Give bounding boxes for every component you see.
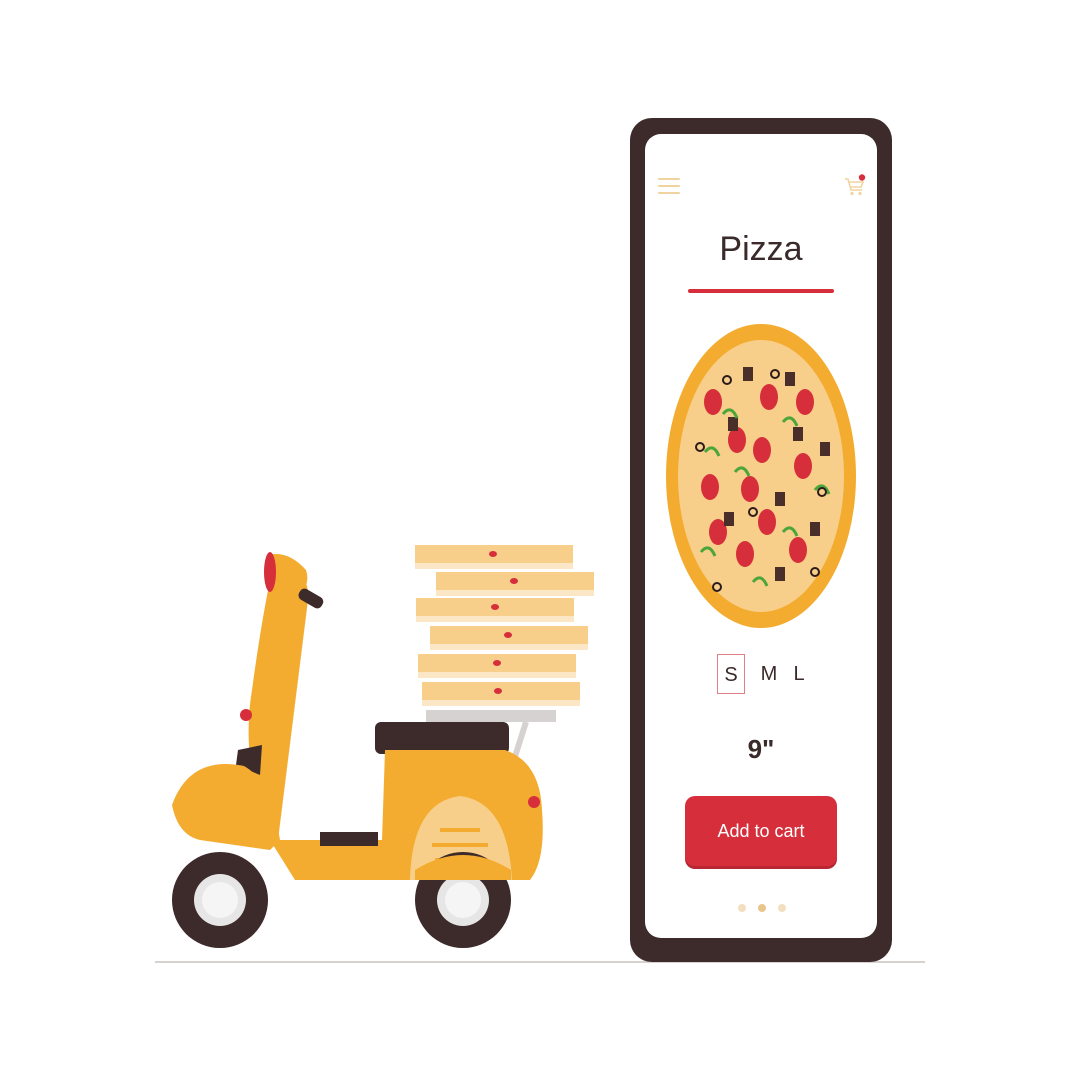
notification-dot-icon (858, 174, 866, 181)
add-to-cart-button[interactable]: Add to cart (685, 796, 837, 866)
size-option-l[interactable]: L (785, 654, 813, 694)
page-title: Pizza (719, 230, 803, 268)
app-screen: Pizza S M L 9" Add to cart (645, 134, 877, 938)
size-option-s[interactable]: S (717, 654, 745, 694)
illustration-scene: Pizza S M L 9" Add to cart (0, 0, 1080, 1080)
pizza-box-stack (415, 545, 594, 722)
carousel-dot[interactable] (738, 904, 746, 912)
pizza-image (666, 324, 856, 628)
carousel-dot-active[interactable] (758, 904, 766, 912)
size-selector: S M L (717, 654, 827, 694)
title-underline (688, 289, 834, 293)
carousel-dot[interactable] (778, 904, 786, 912)
size-option-m[interactable]: M (755, 654, 783, 694)
carousel-indicator (738, 902, 788, 914)
shopping-cart-icon[interactable] (843, 174, 867, 198)
pizza-size-value: 9" (747, 734, 775, 764)
hamburger-menu-icon[interactable] (658, 178, 680, 196)
delivery-scooter-illustration (172, 545, 594, 948)
phone-device: Pizza S M L 9" Add to cart (630, 118, 892, 962)
